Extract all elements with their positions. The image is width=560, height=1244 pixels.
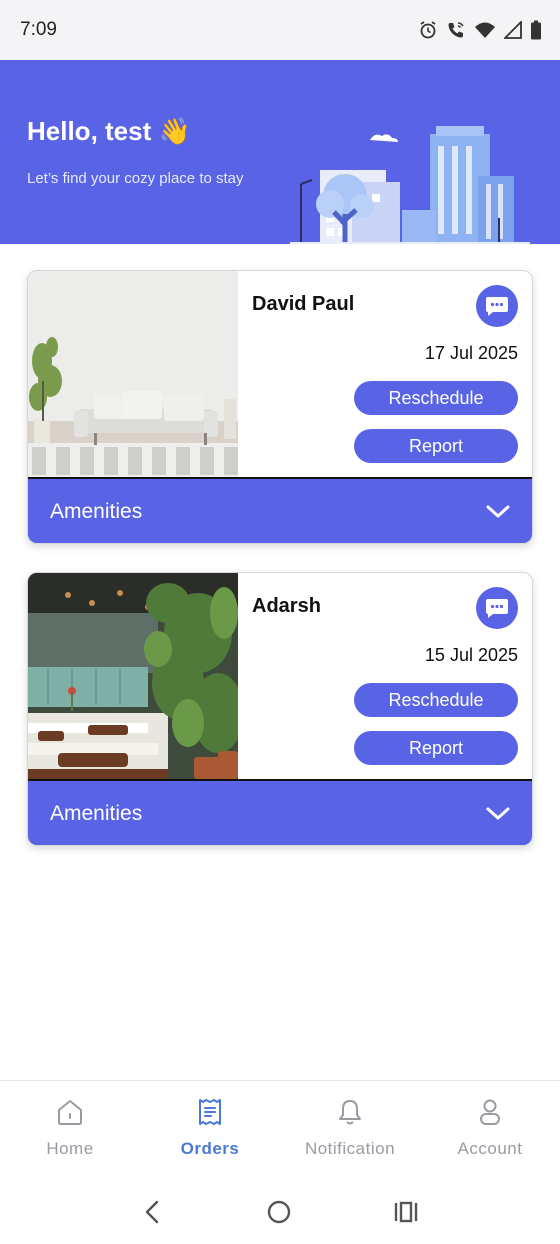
amenities-toggle[interactable]: Amenities bbox=[28, 781, 532, 845]
nav-item-notification[interactable]: Notification bbox=[280, 1081, 420, 1181]
chevron-down-icon bbox=[486, 807, 510, 820]
nav-label-orders: Orders bbox=[180, 1139, 240, 1158]
battery-icon bbox=[531, 20, 541, 40]
amenities-label: Amenities bbox=[50, 500, 143, 523]
booking-card[interactable]: David Paul 17 Jul 2025 Reschedule Report… bbox=[27, 270, 533, 544]
alarm-icon bbox=[420, 21, 436, 39]
property-photo-restaurant bbox=[28, 573, 238, 779]
home-circle-icon[interactable] bbox=[266, 1199, 292, 1225]
guest-name: Adarsh bbox=[252, 595, 321, 617]
header-banner: Hello, test 👋 Let’s find your cozy place… bbox=[0, 60, 560, 244]
booking-date: 17 Jul 2025 bbox=[424, 343, 518, 363]
back-icon[interactable] bbox=[141, 1199, 165, 1225]
nav-item-account[interactable]: Account bbox=[420, 1081, 560, 1181]
chat-bubble-icon bbox=[486, 297, 508, 316]
bell-icon bbox=[339, 1100, 361, 1125]
report-button[interactable]: Report bbox=[354, 429, 518, 463]
status-icons bbox=[418, 20, 542, 40]
report-button[interactable]: Report bbox=[354, 731, 518, 765]
system-navigation-bar bbox=[0, 1180, 560, 1244]
greeting-title: Hello, test 👋 bbox=[27, 116, 191, 146]
wifi-icon bbox=[475, 22, 495, 38]
chat-button[interactable] bbox=[476, 285, 518, 327]
property-photo-living-room bbox=[28, 271, 238, 477]
receipt-icon bbox=[199, 1099, 221, 1125]
reschedule-button[interactable]: Reschedule bbox=[354, 683, 518, 717]
person-icon bbox=[480, 1099, 500, 1125]
home-icon bbox=[58, 1100, 82, 1125]
status-time: 7:09 bbox=[20, 19, 57, 40]
amenities-toggle[interactable]: Amenities bbox=[28, 479, 532, 543]
bottom-navigation: Home Orders Notification Account bbox=[0, 1080, 560, 1181]
amenities-label: Amenities bbox=[50, 802, 143, 825]
chat-bubble-icon bbox=[486, 599, 508, 618]
guest-name: David Paul bbox=[252, 293, 355, 315]
cell-signal-icon bbox=[504, 21, 522, 39]
greeting-subtitle: Let’s find your cozy place to stay bbox=[27, 170, 244, 187]
wifi-calling-icon bbox=[448, 22, 464, 38]
nav-item-home[interactable]: Home bbox=[0, 1081, 140, 1181]
reschedule-button[interactable]: Reschedule bbox=[354, 381, 518, 415]
nav-label-notification: Notification bbox=[304, 1139, 396, 1158]
booking-date: 15 Jul 2025 bbox=[424, 645, 518, 665]
nav-label-home: Home bbox=[46, 1139, 94, 1158]
nav-item-orders[interactable]: Orders bbox=[140, 1081, 280, 1181]
recents-icon[interactable] bbox=[393, 1200, 419, 1224]
chat-button[interactable] bbox=[476, 587, 518, 629]
nav-label-account: Account bbox=[457, 1139, 523, 1158]
city-illustration bbox=[290, 126, 530, 244]
chevron-down-icon bbox=[486, 505, 510, 518]
status-bar: 7:09 bbox=[0, 0, 560, 60]
booking-card[interactable]: Adarsh 15 Jul 2025 Reschedule Report Ame… bbox=[27, 572, 533, 846]
